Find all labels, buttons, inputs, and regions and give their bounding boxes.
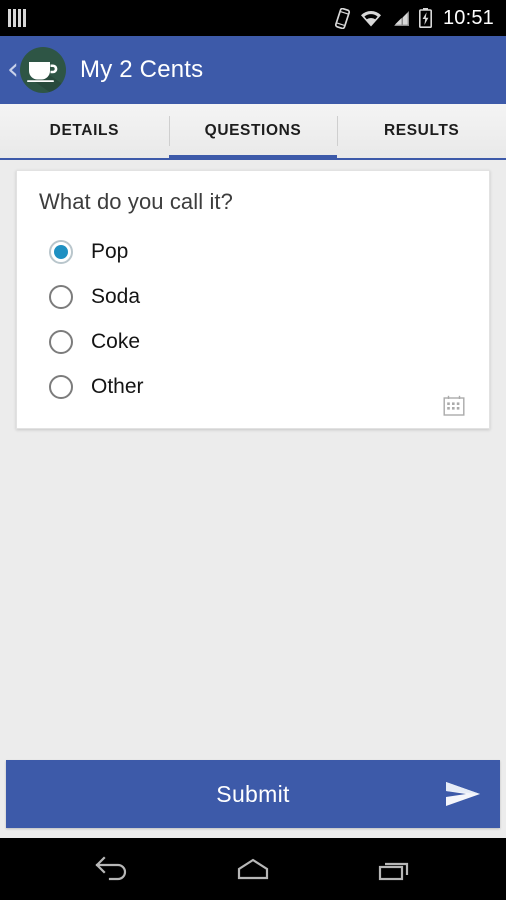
- calendar-icon[interactable]: [443, 395, 465, 416]
- coffee-cup-icon[interactable]: [20, 47, 66, 93]
- option-pop[interactable]: Pop: [39, 229, 467, 274]
- option-other[interactable]: Other: [39, 364, 467, 409]
- answer-options-group: Pop Soda Coke Other: [39, 229, 467, 409]
- submit-button[interactable]: Submit: [6, 760, 500, 828]
- option-soda-label: Soda: [91, 284, 141, 308]
- tab-details-label: DETAILS: [49, 122, 120, 139]
- radio-button-pop[interactable]: [49, 239, 73, 264]
- radio-button-other[interactable]: [49, 374, 73, 399]
- tab-bar: DETAILS QUESTIONS RESULTS: [0, 104, 506, 160]
- send-icon: [444, 779, 482, 809]
- submit-bar: Submit: [0, 760, 506, 838]
- option-pop-label: Pop: [91, 239, 129, 263]
- option-coke[interactable]: Coke: [39, 319, 467, 364]
- home-nav-icon[interactable]: [217, 845, 289, 893]
- wifi-icon: [360, 10, 382, 27]
- submit-button-label: Submit: [216, 780, 290, 807]
- tab-questions[interactable]: QUESTIONS: [168, 104, 338, 160]
- vibrate-icon: [334, 7, 351, 29]
- radio-button-coke[interactable]: [49, 329, 73, 354]
- status-bar-clock: 10:51: [442, 7, 494, 29]
- question-card: What do you call it? Pop Soda Coke Other: [16, 170, 490, 429]
- tab-details[interactable]: DETAILS: [0, 104, 169, 158]
- radio-button-soda[interactable]: [49, 284, 73, 309]
- back-nav-icon[interactable]: [75, 845, 147, 893]
- tab-results-label: RESULTS: [383, 122, 460, 139]
- app-screen: 10:51 ‹ My 2 Cents DETAILS QUESTIONS RES…: [0, 0, 506, 900]
- page-title: My 2 Cents: [80, 56, 204, 83]
- tab-questions-label: QUESTIONS: [204, 122, 302, 139]
- question-title: What do you call it?: [39, 189, 233, 214]
- tab-results[interactable]: RESULTS: [337, 104, 506, 158]
- sim-bars-icon: [8, 9, 26, 27]
- system-navigation-bar: [0, 838, 506, 900]
- app-bar: ‹ My 2 Cents: [0, 36, 506, 104]
- cellular-signal-icon: [391, 10, 410, 27]
- back-chevron-icon[interactable]: ‹: [4, 55, 22, 85]
- recents-nav-icon[interactable]: [359, 845, 431, 893]
- option-soda[interactable]: Soda: [39, 274, 467, 319]
- status-bar: 10:51: [0, 0, 506, 36]
- option-other-label: Other: [91, 374, 144, 398]
- option-coke-label: Coke: [91, 329, 141, 353]
- battery-charging-icon: [418, 8, 432, 29]
- status-bar-right: 10:51: [334, 7, 494, 29]
- content-area: What do you call it? Pop Soda Coke Other: [0, 160, 506, 760]
- status-bar-left: [8, 9, 26, 27]
